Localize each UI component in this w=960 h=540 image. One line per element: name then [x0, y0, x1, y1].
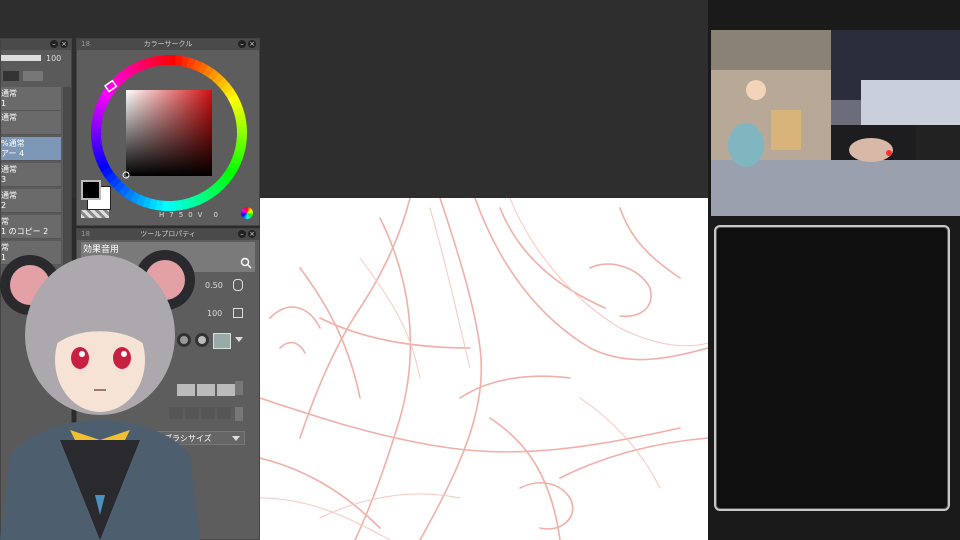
- layer-mode-label: 通常: [1, 113, 17, 122]
- webcam-feed: [711, 30, 960, 216]
- color-circle-panel: 18 カラーサークル – × H 7 5 0 V 0: [76, 38, 260, 226]
- tool-property-title: ツールプロパティ: [140, 230, 196, 238]
- layer-name-label: アー 4: [1, 149, 25, 158]
- layer-mode-icon[interactable]: [3, 71, 19, 81]
- minimize-icon[interactable]: –: [238, 230, 246, 238]
- layer-item[interactable]: 通常 1: [1, 87, 61, 111]
- pressure-icon[interactable]: [233, 279, 243, 291]
- layer-panel-titlebar: – ×: [1, 39, 71, 50]
- chevron-right-icon[interactable]: [235, 381, 243, 395]
- brush-shape-icon-selected[interactable]: [213, 333, 231, 349]
- layer-item[interactable]: 通常 3: [1, 163, 61, 187]
- layer-item-selected[interactable]: %通常 アー 4: [1, 137, 61, 161]
- brush-size-value[interactable]: 0.50: [205, 281, 223, 290]
- s-value: 5: [178, 211, 184, 219]
- layer-item[interactable]: 常1 のコピー 2: [1, 215, 61, 239]
- v-value-prefix: 0: [188, 211, 193, 219]
- pattern-swatch[interactable]: [217, 407, 231, 419]
- density-value[interactable]: 100: [207, 309, 222, 318]
- main-color-swatch[interactable]: [81, 180, 101, 200]
- tool-property-titlebar: 18 ツールプロパティ – ×: [77, 229, 259, 240]
- layer-name-label: 3: [1, 175, 7, 184]
- layer-mode-label: %通常: [1, 139, 25, 148]
- transparent-swatch[interactable]: [81, 210, 109, 218]
- h-value: 7: [169, 211, 174, 219]
- minimize-icon[interactable]: –: [238, 40, 246, 48]
- pattern-swatch[interactable]: [201, 407, 215, 419]
- layer-item[interactable]: 通常: [1, 111, 61, 135]
- layer-item[interactable]: 通常 2: [1, 189, 61, 213]
- minimize-icon[interactable]: –: [50, 40, 58, 48]
- layer-name-label: 1: [1, 99, 7, 108]
- close-icon[interactable]: ×: [248, 230, 256, 238]
- layer-name-label: 1 のコピー 2: [1, 227, 49, 236]
- v-label: V: [197, 211, 203, 219]
- drawing-canvas[interactable]: [260, 198, 708, 540]
- density-checkbox[interactable]: [233, 308, 243, 318]
- v-value: 0: [213, 211, 218, 219]
- dropdown-arrow-icon[interactable]: [235, 337, 243, 342]
- hsv-readout: H 7 5 0 V 0: [159, 211, 218, 219]
- search-icon[interactable]: [240, 257, 252, 269]
- color-mode-icon[interactable]: [241, 207, 253, 219]
- layer-mode-label: 通常: [1, 165, 17, 174]
- layer-name-label: 2: [1, 201, 7, 210]
- color-circle-title: カラーサークル: [143, 40, 193, 48]
- opacity-slider[interactable]: [1, 55, 41, 61]
- opacity-value: 100: [46, 54, 62, 63]
- layer-mode-label: 常: [1, 217, 9, 226]
- layer-mode-label: 通常: [1, 89, 17, 98]
- texture-swatch[interactable]: [217, 384, 235, 396]
- vtuber-avatar: [0, 250, 200, 540]
- sketch-strokes: [260, 198, 708, 540]
- color-circle-titlebar: 18 カラーサークル – ×: [77, 39, 259, 50]
- layer-lock-icon[interactable]: [23, 71, 43, 81]
- h-label: H: [159, 211, 165, 219]
- close-icon[interactable]: ×: [60, 40, 68, 48]
- overlay-frame: [714, 225, 950, 511]
- layer-mode-label: 通常: [1, 191, 17, 200]
- close-icon[interactable]: ×: [248, 40, 256, 48]
- webcam-image: [711, 30, 960, 216]
- chevron-right-icon[interactable]: [235, 407, 243, 421]
- chevron-down-icon: [232, 436, 240, 441]
